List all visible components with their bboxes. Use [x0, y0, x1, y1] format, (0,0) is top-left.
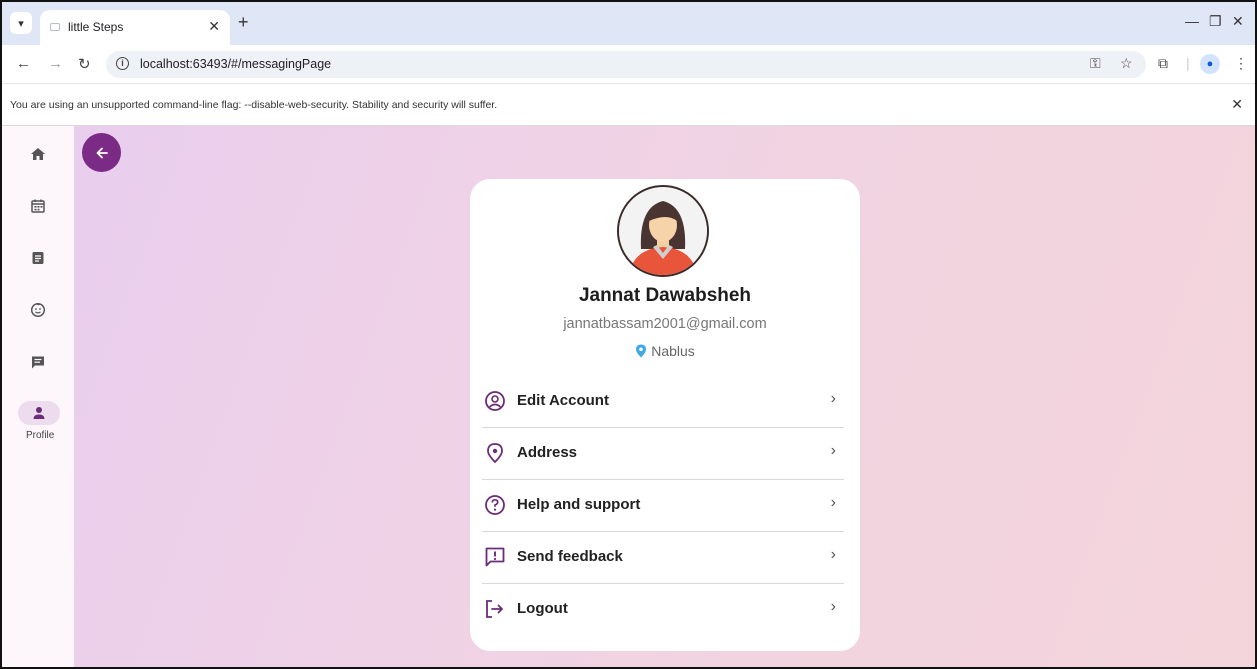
- profile-location: Nablus: [470, 343, 860, 359]
- chat-icon: [32, 356, 44, 369]
- browser-window: ▾ little Steps ✕ + — ❐ ✕ ← → ↻ i localho…: [0, 0, 1257, 669]
- menu-label: Logout: [517, 600, 568, 617]
- chevron-right-icon: ›: [830, 598, 836, 615]
- toolbar-divider: |: [1186, 55, 1190, 71]
- menu-item-logout[interactable]: Logout ›: [482, 584, 844, 635]
- chevron-right-icon: ›: [830, 442, 836, 459]
- infobar-message: You are using an unsupported command-lin…: [10, 99, 498, 111]
- tab-strip: ▾ little Steps ✕ + — ❐ ✕: [2, 2, 1255, 45]
- forward-nav-icon[interactable]: →: [48, 55, 63, 72]
- chevron-right-icon: ›: [830, 494, 836, 511]
- browser-toolbar: ← → ↻ i localhost:63493/#/messagingPage …: [2, 45, 1255, 83]
- profile-card: Jannat Dawabsheh jannatbassam2001@gmail.…: [470, 179, 860, 651]
- more-menu-icon[interactable]: ⋮: [1234, 55, 1248, 72]
- menu-label: Address: [517, 444, 578, 461]
- menu-label: Help and support: [517, 496, 641, 513]
- rail-item-home[interactable]: [22, 142, 54, 166]
- menu-label: Send feedback: [517, 548, 623, 565]
- close-infobar-icon[interactable]: ✕: [1231, 96, 1243, 113]
- chevron-right-icon: ›: [830, 546, 836, 563]
- baby-face-icon: [30, 302, 46, 318]
- arrow-left-icon: [96, 147, 108, 158]
- help-icon: [485, 495, 505, 515]
- menu-item-edit-account[interactable]: Edit Account ›: [482, 376, 844, 428]
- navigation-rail: Profile: [2, 126, 74, 667]
- url-text[interactable]: localhost:63493/#/messagingPage: [140, 57, 331, 71]
- close-tab-icon[interactable]: ✕: [208, 18, 220, 35]
- profile-name: Jannat Dawabsheh: [578, 285, 752, 306]
- menu-label: Edit Account: [517, 392, 609, 409]
- rail-item-profile[interactable]: [18, 401, 60, 425]
- close-window-icon[interactable]: ✕: [1232, 13, 1244, 30]
- minimize-icon[interactable]: —: [1185, 13, 1199, 29]
- home-icon: [31, 148, 45, 160]
- chevron-right-icon: ›: [830, 390, 836, 407]
- menu-item-help[interactable]: Help and support ›: [482, 480, 844, 532]
- rail-item-baby[interactable]: [22, 298, 54, 322]
- profile-menu: Edit Account › Address › Help and suppor…: [482, 376, 844, 635]
- profile-email: jannatbassam2001@gmail.com: [563, 316, 767, 332]
- location-pin-icon: [636, 344, 647, 358]
- bookmark-star-icon[interactable]: ☆: [1120, 55, 1133, 72]
- feedback-icon: [485, 547, 505, 567]
- tab-little-steps[interactable]: little Steps ✕: [40, 10, 230, 45]
- restore-icon[interactable]: ❐: [1209, 13, 1222, 30]
- location-pin-icon: [487, 443, 503, 464]
- new-tab-icon[interactable]: +: [238, 12, 249, 33]
- woman-avatar-icon: [619, 187, 707, 275]
- site-info-icon[interactable]: i: [116, 57, 129, 70]
- app-content: Profile Jannat Dawabsheh jannatbassam200…: [2, 126, 1255, 667]
- location-text: Nablus: [651, 343, 695, 359]
- key-icon[interactable]: ⚿: [1090, 55, 1101, 72]
- address-bar[interactable]: i localhost:63493/#/messagingPage ⚿ ☆: [106, 51, 1146, 78]
- calendar-icon: [31, 199, 45, 213]
- back-nav-icon[interactable]: ←: [16, 55, 31, 72]
- back-button[interactable]: [82, 133, 121, 172]
- notes-icon: [32, 252, 44, 264]
- logout-icon: [486, 600, 503, 618]
- rail-item-calendar[interactable]: [22, 194, 54, 218]
- tab-search-button[interactable]: ▾: [10, 12, 32, 34]
- favicon-icon: [50, 23, 60, 31]
- profile-avatar-icon[interactable]: ●: [1200, 54, 1220, 74]
- menu-item-address[interactable]: Address ›: [482, 428, 844, 480]
- tab-title: little Steps: [68, 20, 124, 34]
- warning-infobar: You are using an unsupported command-lin…: [2, 83, 1255, 126]
- extensions-icon[interactable]: ⧉: [1158, 55, 1168, 72]
- chevron-down-icon: ▾: [18, 17, 24, 30]
- rail-item-chat[interactable]: [22, 350, 54, 374]
- person-icon: [33, 407, 45, 419]
- reload-icon[interactable]: ↻: [78, 55, 91, 73]
- rail-label-profile: Profile: [26, 430, 55, 441]
- account-circle-icon: [485, 391, 505, 411]
- profile-avatar[interactable]: [617, 185, 709, 277]
- rail-item-notes[interactable]: [22, 246, 54, 270]
- menu-item-feedback[interactable]: Send feedback ›: [482, 532, 844, 584]
